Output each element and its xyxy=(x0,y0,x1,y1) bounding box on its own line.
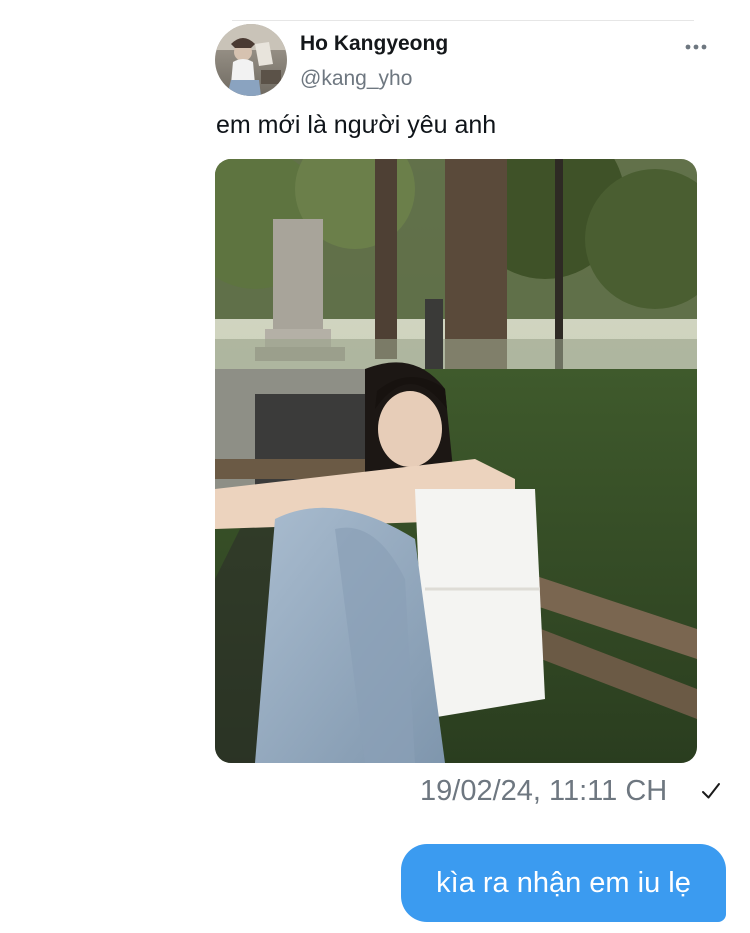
sent-message-bubble[interactable]: kìa ra nhận em iu lẹ xyxy=(401,844,726,922)
tweet-photo[interactable] xyxy=(215,159,697,763)
author-handle[interactable]: @kang_yho xyxy=(300,67,412,91)
message-timestamp: 19/02/24, 11:11 CH xyxy=(420,775,668,807)
park-bench-photo xyxy=(215,159,697,763)
checkmark-icon xyxy=(700,780,722,802)
tweet-text: em mới là người yêu anh xyxy=(216,111,497,139)
avatar-photo xyxy=(215,24,287,96)
ellipsis-icon xyxy=(685,44,707,50)
tweet-top-divider xyxy=(232,20,694,21)
avatar[interactable] xyxy=(215,24,287,96)
more-options-button[interactable] xyxy=(682,36,710,58)
author-name[interactable]: Ho Kangyeong xyxy=(300,32,448,56)
sent-message-text: kìa ra nhận em iu lẹ xyxy=(436,866,691,899)
